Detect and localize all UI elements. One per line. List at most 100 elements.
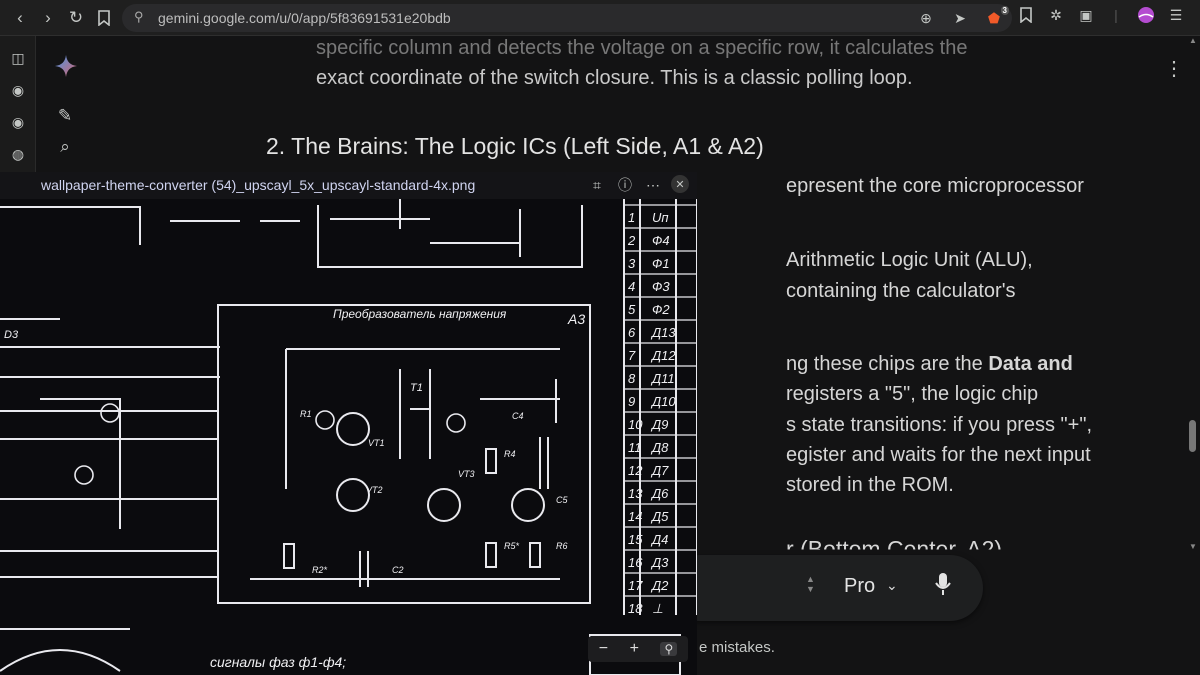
shield-badge: 3: [1000, 6, 1009, 15]
pin-number: 14: [628, 509, 642, 524]
fragment-5: registers a "5", the logic chip: [786, 383, 1039, 405]
disclaimer-text: e mistakes.: [699, 639, 775, 656]
fragment-3: containing the calculator's: [786, 280, 1016, 302]
pin-signal: Uп: [652, 210, 669, 225]
bookmark-icon[interactable]: [90, 4, 118, 32]
info-icon[interactable]: ⓘ: [615, 175, 635, 195]
url-text: gemini.google.com/u/0/app/5f83691531e20b…: [158, 10, 451, 26]
pin-number: 6: [628, 325, 636, 340]
more-options-icon[interactable]: ⋮: [1164, 56, 1184, 81]
sidebar-panel-icon[interactable]: ◫: [8, 48, 28, 68]
chevron-right-icon[interactable]: ›: [34, 4, 62, 32]
pin-signal: Д6: [650, 486, 669, 501]
sidebar-toggle-icon[interactable]: ▭: [1196, 5, 1200, 25]
pin-number: 7: [628, 348, 636, 363]
fragment-7: egister and waits for the next input: [786, 444, 1091, 466]
gemini-nav: ✎ ⌕: [36, 36, 96, 176]
label-t1: T1: [410, 382, 423, 394]
pin-number: 13: [628, 486, 643, 501]
gemini-logo-icon[interactable]: [55, 55, 77, 82]
chevron-left-icon[interactable]: ‹: [6, 4, 34, 32]
label-c2: C2: [392, 565, 404, 575]
browser-toolbar: ‹ › ↻ ⚲ gemini.google.com/u/0/app/5f8369…: [0, 0, 1200, 36]
pin-number: 2: [627, 233, 636, 248]
address-bar[interactable]: ⚲ gemini.google.com/u/0/app/5f83691531e2…: [122, 4, 1012, 32]
pin-number: 17: [628, 578, 643, 593]
pin-number: 9: [628, 394, 635, 409]
schematic-image: A3 Преобразователь напряжения D3 T1 VT1 …: [0, 199, 697, 675]
extension-c-icon[interactable]: ◍: [8, 144, 28, 164]
search-icon[interactable]: ⌕: [55, 137, 75, 157]
label-c4: C4: [512, 411, 524, 421]
label-a3: A3: [567, 311, 585, 327]
pin-signal: Ф3: [652, 279, 670, 294]
label-c5: C5: [556, 495, 568, 505]
send-icon[interactable]: ➤: [950, 8, 970, 28]
pin-number: 15: [628, 532, 643, 547]
fragment-4-bold: Data and: [988, 353, 1073, 375]
site-settings-icon[interactable]: ⚲: [134, 9, 144, 25]
microphone-icon[interactable]: [934, 572, 952, 601]
pin-number: 1: [628, 210, 635, 225]
page-scrollbar[interactable]: ▲ ▼: [1186, 36, 1200, 675]
new-chat-icon[interactable]: ✎: [55, 106, 75, 126]
prompt-composer[interactable]: ▲ ▼ Pro ⌄: [668, 555, 983, 621]
bookmark-outline-icon[interactable]: [1016, 5, 1036, 25]
reader-icon[interactable]: ▣: [1076, 5, 1096, 25]
section-heading: 2. The Brains: The Logic ICs (Left Side,…: [266, 133, 764, 159]
pin-number: 11: [628, 440, 642, 455]
extension-b-icon[interactable]: ◉: [8, 112, 28, 132]
more-icon[interactable]: ⋯: [643, 175, 663, 195]
pin-signal: Д5: [650, 509, 669, 524]
extensions-icon[interactable]: ✲: [1046, 5, 1066, 25]
image-viewer: wallpaper-theme-converter (54)_upscayl_5…: [0, 172, 697, 675]
pin-number: 12: [628, 463, 643, 478]
pin-signal: Д10: [650, 394, 676, 409]
pin-number: 4: [628, 279, 635, 294]
fragment-1: epresent the core microprocessor: [786, 175, 1084, 197]
scroll-stepper[interactable]: ▲ ▼: [806, 574, 815, 594]
pin-signal: Ф2: [652, 302, 670, 317]
crop-icon[interactable]: ⌗: [587, 175, 607, 195]
scroll-up-arrow[interactable]: ▲: [1189, 36, 1197, 45]
label-r6: R6: [556, 541, 568, 551]
pin-number: 16: [628, 555, 643, 570]
model-selector[interactable]: Pro: [844, 575, 875, 598]
intro-line-2: exact coordinate of the switch closure. …: [316, 67, 913, 89]
label-r1: R1: [300, 409, 312, 419]
pin-number: 5: [628, 302, 636, 317]
label-d3: D3: [4, 329, 19, 341]
pin-signal: Д8: [650, 440, 669, 455]
pin-signal: Д2: [650, 578, 669, 593]
extension-a-icon[interactable]: ◉: [8, 80, 28, 100]
fragment-2: Arithmetic Logic Unit (ALU),: [786, 249, 1033, 271]
scroll-down-arrow[interactable]: ▼: [1189, 542, 1197, 551]
pin-signal: ⊥: [652, 601, 663, 616]
menu-icon[interactable]: ☰: [1166, 5, 1186, 25]
fragment-6: s state transitions: if you press "+",: [786, 414, 1092, 436]
pin-signal: Д3: [650, 555, 669, 570]
chevron-down-icon[interactable]: ⌄: [886, 577, 898, 594]
label-vt1: VT1: [368, 438, 385, 448]
zoom-out-button[interactable]: −: [599, 640, 608, 658]
divider: |: [1114, 7, 1118, 23]
pin-number: 3: [628, 256, 636, 271]
pin-number: 18: [628, 601, 643, 616]
zoom-controls: − + ⚲: [588, 636, 688, 662]
label-title: Преобразователь напряжения: [333, 307, 507, 321]
label-r4: R4: [504, 449, 516, 459]
zoom-icon[interactable]: ⊕: [916, 8, 936, 28]
pin-signal: Д7: [650, 463, 669, 478]
close-icon[interactable]: ✕: [671, 175, 689, 193]
profile-icon[interactable]: [1136, 5, 1156, 25]
image-filename: wallpaper-theme-converter (54)_upscayl_5…: [41, 177, 476, 193]
scroll-thumb[interactable]: [1189, 420, 1196, 452]
zoom-in-button[interactable]: +: [630, 640, 639, 658]
pin-signal: Д12: [650, 348, 676, 363]
image-viewer-header: wallpaper-theme-converter (54)_upscayl_5…: [0, 172, 697, 199]
fragment-4-text: ng these chips are the: [786, 353, 989, 375]
reload-icon[interactable]: ↻: [62, 4, 90, 32]
shield-icon[interactable]: ⬟ 3: [984, 6, 1009, 28]
intro-line-1: specific column and detects the voltage …: [316, 37, 968, 59]
zoom-search-icon[interactable]: ⚲: [660, 642, 678, 656]
